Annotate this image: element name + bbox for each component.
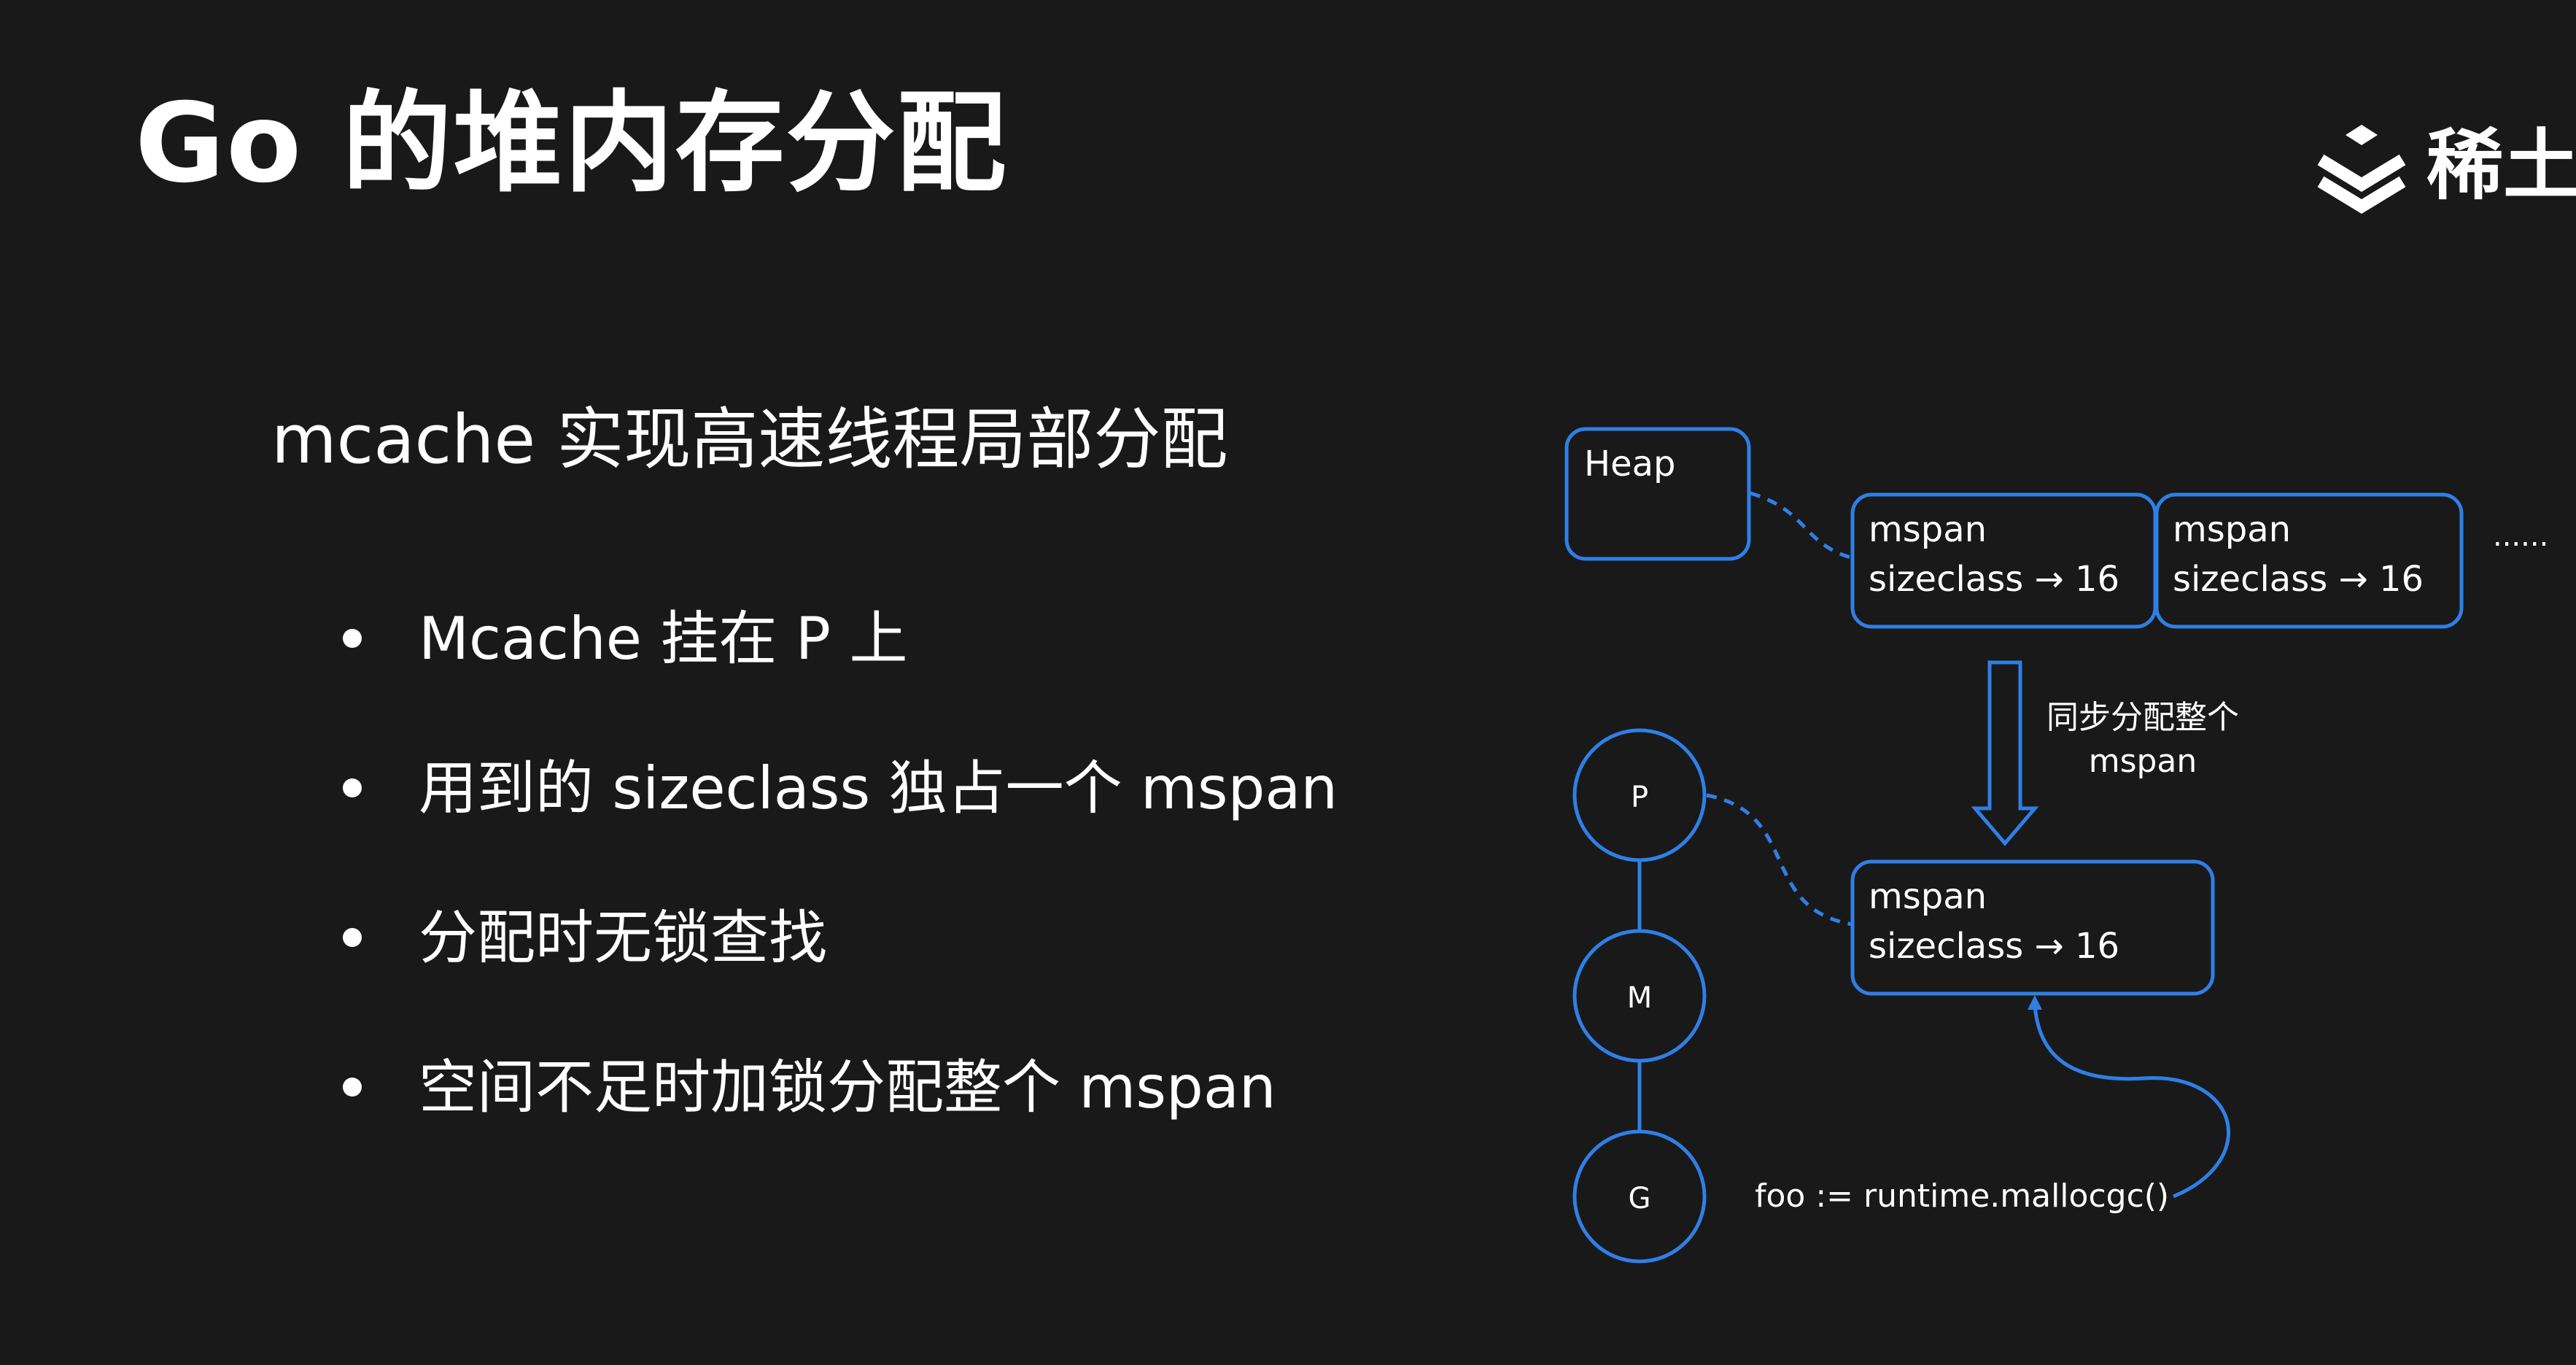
heap-mspan-box bbox=[1850, 492, 2157, 629]
ellipsis: ...... bbox=[2493, 519, 2548, 553]
heap-label: Heap bbox=[1584, 444, 1676, 484]
bullet-text: 分配时无锁查找 bbox=[419, 904, 827, 972]
page-title: Go 的堆内存分配 bbox=[135, 80, 1008, 207]
sizeclass-label: sizeclass → 16 bbox=[1869, 926, 2119, 967]
p-connector bbox=[1706, 793, 1853, 927]
brand-logo: 稀土 bbox=[2313, 120, 2576, 215]
mspan-label: mspan bbox=[2173, 509, 2291, 550]
sizeclass-label: sizeclass → 16 bbox=[2173, 559, 2424, 600]
malloc-curve bbox=[2033, 1005, 2230, 1199]
node-p-label: P bbox=[1631, 781, 1648, 814]
sync-label: mspan bbox=[2089, 743, 2197, 780]
mspan-label: mspan bbox=[1869, 509, 1987, 550]
sizeclass-label: sizeclass → 16 bbox=[1869, 559, 2119, 600]
sync-label: 同步分配整个 bbox=[2047, 699, 2239, 736]
arrow-head-icon bbox=[2028, 995, 2042, 1010]
juejin-logo-icon bbox=[2317, 125, 2406, 214]
down-arrow-icon bbox=[1971, 660, 2039, 846]
heap-box bbox=[1564, 427, 1751, 561]
node-g bbox=[1572, 1129, 1707, 1264]
heap-mspan-box bbox=[2154, 492, 2464, 629]
bullet-dot bbox=[343, 1078, 362, 1097]
bullet-text: 用到的 sizeclass 独占一个 mspan bbox=[419, 754, 1338, 822]
bullet-dot bbox=[343, 928, 362, 947]
mspan-label: mspan bbox=[1869, 876, 1987, 917]
node-p bbox=[1572, 728, 1707, 862]
node-m-label: M bbox=[1627, 981, 1653, 1015]
section-subtitle: mcache 实现高速线程局部分配 bbox=[271, 401, 1228, 479]
node-g-label: G bbox=[1629, 1182, 1651, 1215]
heap-connector bbox=[1750, 491, 1853, 560]
logo-text: 稀土 bbox=[2426, 121, 2576, 210]
code-label: foo := runtime.mallocgc() bbox=[1755, 1178, 2169, 1215]
bullet-dot bbox=[343, 778, 362, 797]
local-mspan-box bbox=[1850, 859, 2215, 996]
node-m bbox=[1572, 929, 1707, 1063]
bullet-dot bbox=[343, 629, 362, 648]
bullet-text: 空间不足时加锁分配整个 mspan bbox=[419, 1053, 1276, 1121]
bullet-text: Mcache 挂在 P 上 bbox=[419, 605, 908, 673]
